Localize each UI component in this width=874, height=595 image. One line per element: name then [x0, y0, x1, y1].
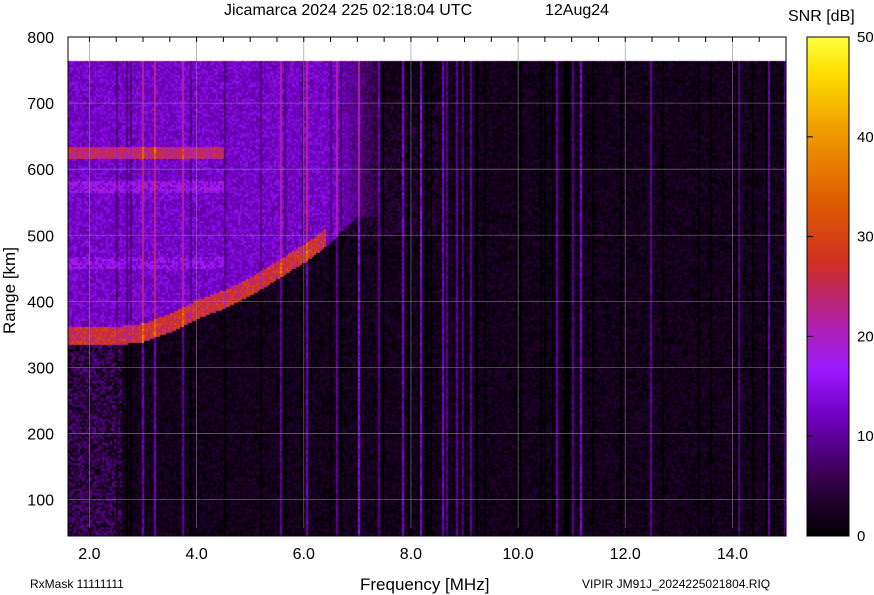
rxmask-label: RxMask 11111111 [30, 577, 124, 591]
source-file-label: VIPIR JM91J_2024225021804.RIQ [582, 577, 770, 591]
y-axis-label: Range [km] [0, 247, 19, 334]
ionogram-chart: Jicamarca 2024 225 02:18:04 UTC 12Aug24 … [0, 2, 874, 594]
y-tick-label: 600 [27, 162, 54, 179]
chart-title: Jicamarca 2024 225 02:18:04 UTC [224, 2, 472, 19]
colorbar-tick-label: 10 [857, 428, 874, 445]
heatmap-data [68, 37, 786, 536]
x-axis-label: Frequency [MHz] [360, 575, 489, 594]
colorbar-label: SNR [dB] [788, 8, 855, 25]
colorbar-tick-label: 20 [857, 328, 874, 345]
colorbar [806, 36, 850, 537]
y-tick-label: 300 [27, 360, 54, 377]
x-tick-label: 6.0 [293, 546, 315, 563]
colorbar-tick-label: 40 [857, 129, 874, 146]
y-tick-label: 200 [27, 427, 54, 444]
x-tick-label: 8.0 [400, 546, 422, 563]
y-tick-label: 100 [27, 493, 54, 510]
colorbar-tick-label: 50 [857, 29, 874, 46]
y-tick-label: 800 [27, 30, 54, 47]
date-label: 12Aug24 [545, 2, 609, 19]
x-tick-label: 4.0 [185, 546, 207, 563]
colorbar-tick-label: 0 [857, 528, 865, 545]
x-tick-label: 10.0 [503, 546, 534, 563]
x-tick-label: 14.0 [717, 546, 748, 563]
y-tick-label: 400 [27, 294, 54, 311]
heatmap-image [68, 37, 786, 536]
x-tick-label: 12.0 [610, 546, 641, 563]
colorbar-tick-label: 30 [857, 229, 874, 246]
y-tick-label: 500 [27, 228, 54, 245]
x-tick-label: 2.0 [78, 546, 100, 563]
y-tick-label: 700 [27, 96, 54, 113]
